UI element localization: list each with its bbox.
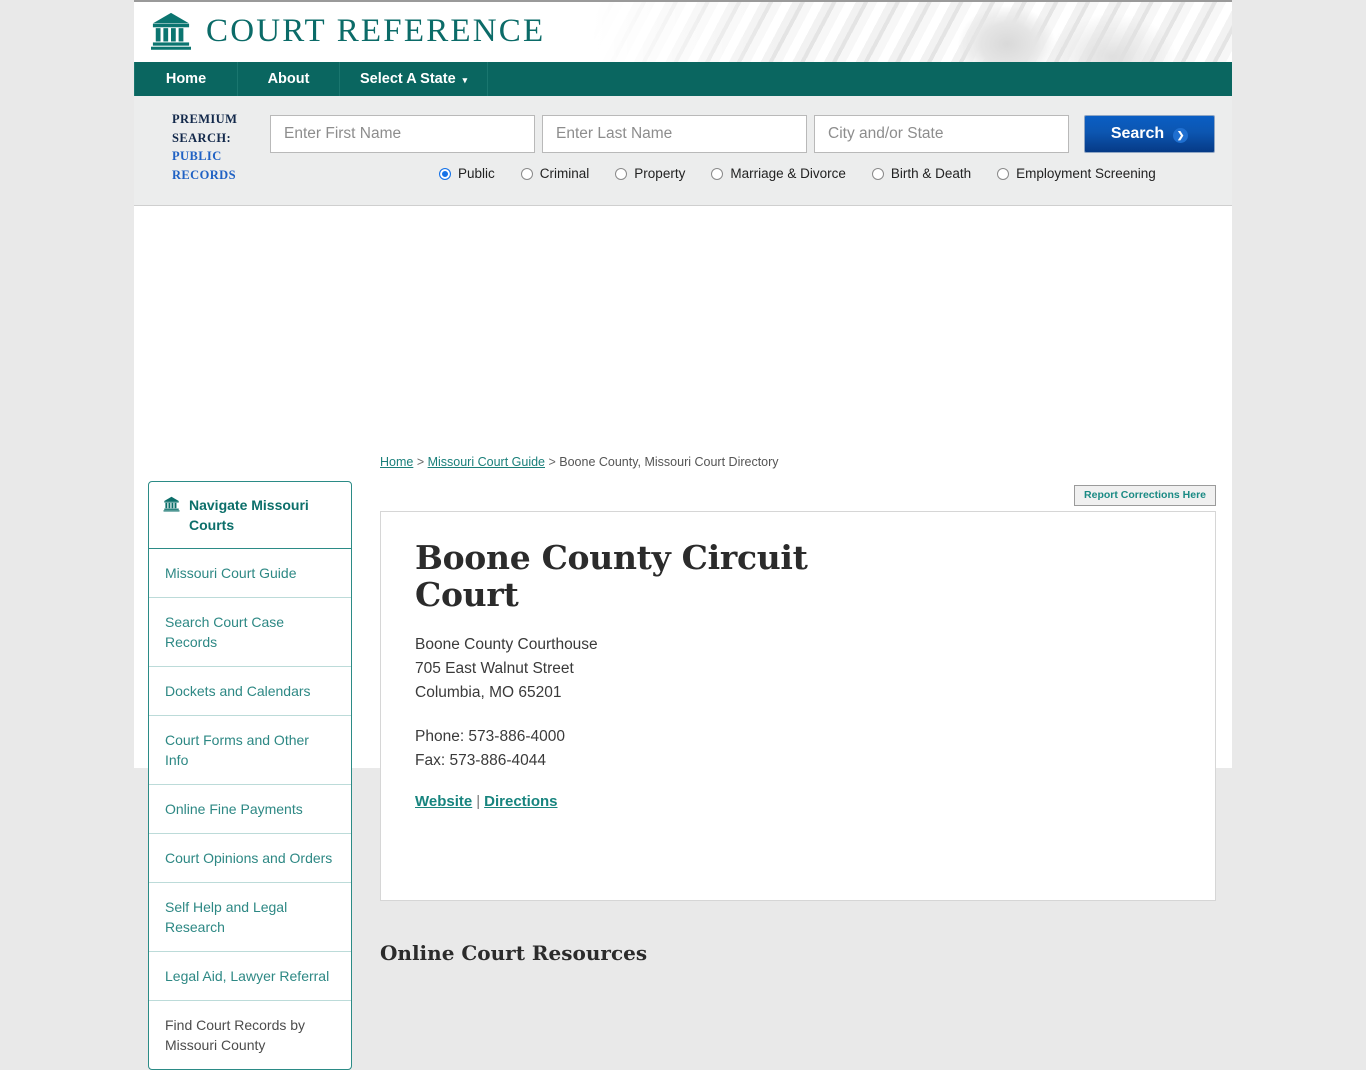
online-court-resources-heading: Online Court Resources [380,941,648,965]
nav-item-about-label: About [267,71,310,87]
sidebar-header: Navigate Missouri Courts [149,482,351,549]
sidebar-item-legal-aid-lawyer-referral[interactable]: Legal Aid, Lawyer Referral [149,952,351,1001]
radio-option-criminal[interactable]: Criminal [520,166,590,181]
radio-option-marriage-divorce[interactable]: Marriage & Divorce [711,166,846,181]
sidebar-item-label: Online Fine Payments [165,801,303,817]
address-line-1: Boone County Courthouse [415,636,598,653]
court-contact: Phone: 573-886-4000 Fax: 573-886-4044 [415,725,1181,773]
radio-icon [871,167,884,180]
sidebar-item-missouri-court-guide[interactable]: Missouri Court Guide [149,549,351,598]
search-fields: Search ❯ [270,115,1215,153]
court-phone: Phone: 573-886-4000 [415,728,565,745]
sidebar-navigate-missouri-courts: Navigate Missouri Courts Missouri Court … [148,481,352,1070]
radio-icon [997,167,1010,180]
nav-item-select-a-state-label: Select A State [360,71,456,87]
chevron-right-icon: ❯ [1173,127,1189,143]
radio-option-birth-death[interactable]: Birth & Death [871,166,972,181]
sidebar-item-dockets-and-calendars[interactable]: Dockets and Calendars [149,667,351,716]
sidebar-item-online-fine-payments[interactable]: Online Fine Payments [149,785,351,834]
radio-option-property[interactable]: Property [615,166,685,181]
radio-icon [615,167,628,180]
court-detail-card: Boone County Circuit Court Boone County … [380,511,1216,901]
report-corrections-button[interactable]: Report Corrections Here [1074,485,1216,506]
court-links: Website | Directions [415,793,1181,810]
breadcrumb-separator: > [413,455,428,469]
masthead: COURT REFERENCE [134,0,1232,62]
breadcrumb: Home > Missouri Court Guide > Boone Coun… [380,455,779,469]
radio-icon [520,167,533,180]
public-records-link-line2[interactable]: RECORDS [172,166,272,185]
radio-label-property: Property [634,166,686,181]
sidebar-heading: Navigate Missouri Courts [189,497,309,533]
sidebar-item-label: Legal Aid, Lawyer Referral [165,968,330,984]
city-state-input[interactable] [814,115,1069,153]
search-button[interactable]: Search ❯ [1084,115,1215,153]
main-content: Boone County Circuit Court Boone County … [380,511,1216,965]
premium-label-line2: SEARCH: [172,130,232,145]
search-type-radio-group: Public Criminal Property Marriage & Divo… [439,166,1182,181]
radio-label-birth-death: Birth & Death [890,166,972,181]
sidebar-item-label: Self Help and Legal Research [165,899,288,935]
public-records-link-line1[interactable]: PUBLIC [172,147,272,166]
breadcrumb-link-missouri-court-guide[interactable]: Missouri Court Guide [428,455,545,469]
radio-option-public[interactable]: Public [439,166,495,181]
breadcrumb-separator: > [545,455,560,469]
radio-label-public: Public [458,166,495,181]
breadcrumb-link-home[interactable]: Home [380,455,413,469]
sidebar-item-label: Find Court Records by Missouri County [165,1017,306,1053]
radio-label-employment-screening: Employment Screening [1016,166,1156,181]
address-line-2: 705 East Walnut Street [415,660,574,677]
report-corrections-label: Report Corrections Here [1084,489,1206,501]
masthead-column-photo [592,2,1232,62]
search-button-label: Search [1110,125,1165,142]
address-line-3: Columbia, MO 65201 [415,684,562,701]
breadcrumb-current: Boone County, Missouri Court Directory [559,455,779,469]
sidebar-item-court-opinions-and-orders[interactable]: Court Opinions and Orders [149,834,351,883]
chevron-down-icon: ▾ [462,74,468,85]
sidebar-item-self-help-and-legal-research[interactable]: Self Help and Legal Research [149,883,351,952]
courthouse-icon [151,12,191,50]
sidebar-item-court-forms-and-other-info[interactable]: Court Forms and Other Info [149,716,351,785]
court-address: Boone County Courthouse 705 East Walnut … [415,633,1181,705]
sidebar-item-find-court-records-by-missouri-county: Find Court Records by Missouri County [149,1001,351,1069]
radio-icon [439,167,451,180]
page-container: COURT REFERENCE Home About Select A Stat… [134,0,1232,1070]
sidebar-item-label: Missouri Court Guide [165,565,297,581]
premium-search-label: PREMIUM SEARCH: PUBLIC RECORDS [172,110,272,184]
main-navigation: Home About Select A State ▾ [134,62,1232,96]
site-title: COURT REFERENCE [206,12,546,49]
sidebar-item-label: Dockets and Calendars [165,683,311,699]
radio-icon [711,167,724,180]
radio-label-criminal: Criminal [539,166,590,181]
sidebar-item-label: Search Court Case Records [165,614,285,650]
nav-item-select-a-state[interactable]: Select A State ▾ [340,62,489,96]
courthouse-icon [163,496,180,512]
sidebar-item-label: Court Opinions and Orders [165,850,333,866]
page-title: Boone County Circuit Court [415,538,808,614]
link-separator: | [476,793,481,810]
directions-link[interactable]: Directions [484,793,557,810]
first-name-input[interactable] [270,115,535,153]
sidebar-item-label: Court Forms and Other Info [165,732,309,768]
court-fax: Fax: 573-886-4044 [415,752,546,769]
radio-option-employment-screening[interactable]: Employment Screening [997,166,1156,181]
radio-label-marriage-divorce: Marriage & Divorce [730,166,846,181]
premium-label-line1: PREMIUM [172,112,238,126]
sidebar-item-search-court-case-records[interactable]: Search Court Case Records [149,598,351,667]
site-logo[interactable]: COURT REFERENCE [150,11,545,51]
nav-item-home[interactable]: Home [134,62,238,96]
last-name-input[interactable] [542,115,807,153]
website-link[interactable]: Website [415,793,472,810]
nav-item-about[interactable]: About [238,62,340,96]
nav-item-home-label: Home [165,71,207,87]
premium-search-bar: PREMIUM SEARCH: PUBLIC RECORDS Search ❯ … [134,96,1232,206]
